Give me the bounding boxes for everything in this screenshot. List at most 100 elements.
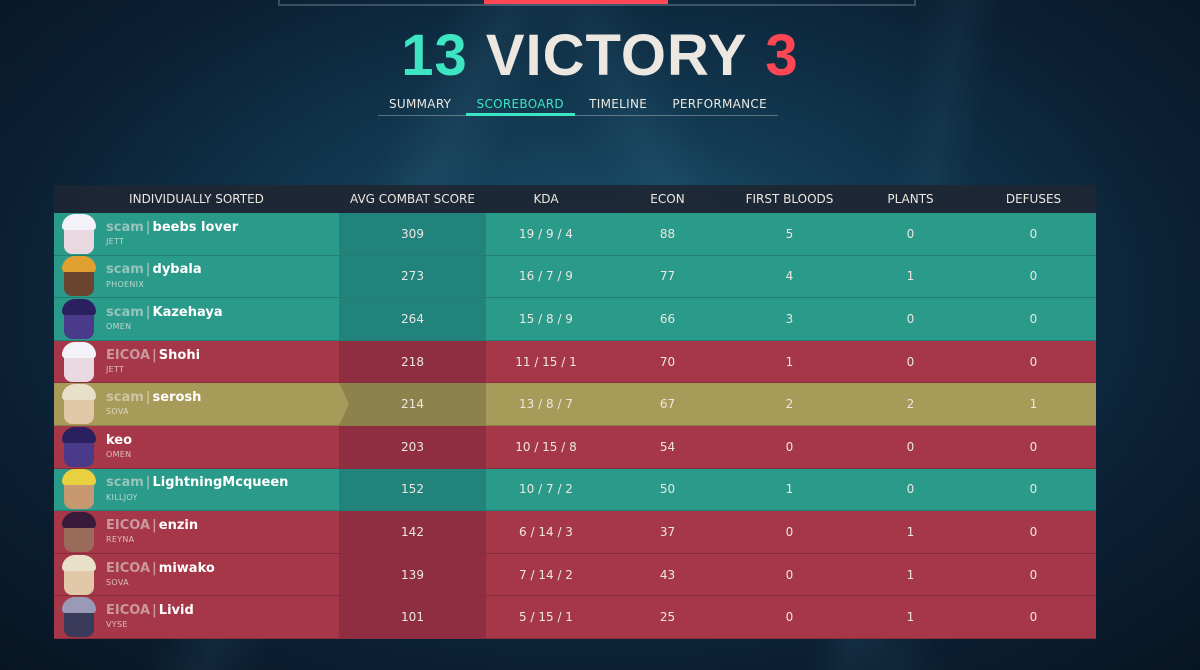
kda-value: 10 / 15 / 8 <box>515 439 577 454</box>
agent-name: KILLJOY <box>106 492 138 502</box>
player-handle: beebs lover <box>152 219 239 235</box>
player-cell: EICOA | miwako SOVA <box>54 554 339 596</box>
acs-value: 214 <box>401 397 424 412</box>
plants-value: 0 <box>906 311 915 326</box>
tag-separator: | <box>145 475 151 491</box>
player-name[interactable]: scam | Kazehaya <box>106 304 223 320</box>
tag-separator: | <box>145 304 151 320</box>
team-tag: scam <box>106 304 144 320</box>
player-name-block: scam | serosh SOVA <box>106 390 201 417</box>
tag-separator: | <box>145 390 151 406</box>
player-name[interactable]: scam | serosh <box>106 390 201 406</box>
player-handle: Livid <box>158 603 194 619</box>
player-name-block: scam | Kazehaya OMEN <box>106 304 223 332</box>
player-name-block: EICOA | Livid VYSE <box>106 603 194 630</box>
player-cell: scam | serosh SOVA <box>54 383 339 425</box>
team-tag: EICOA <box>106 560 151 576</box>
first-bloods-value: 4 <box>785 269 794 284</box>
enemy-score: 3 <box>765 22 799 88</box>
portrait-hair <box>62 597 96 614</box>
player-cell: scam | Kazehaya OMEN <box>54 298 339 340</box>
player-cell: EICOA | Livid VYSE <box>54 596 339 638</box>
tab-timeline[interactable]: TIMELINE <box>578 94 658 116</box>
agent-portrait-icon <box>54 426 96 468</box>
agent-name: OMEN <box>106 322 132 332</box>
kda-value: 15 / 8 / 9 <box>519 311 573 326</box>
agent-name: SOVA <box>106 407 129 417</box>
table-row[interactable]: EICOA | Livid VYSE 101 5 / 15 / 1 25 0 1 0 <box>54 596 1096 639</box>
kda-value: 10 / 7 / 2 <box>519 482 573 497</box>
tab-summary[interactable]: SUMMARY <box>378 94 462 116</box>
portrait-hair <box>62 384 96 401</box>
first-bloods-value: 0 <box>785 439 794 454</box>
tag-separator: | <box>152 603 157 619</box>
tab-scoreboard[interactable]: SCOREBOARD <box>465 94 575 116</box>
table-row[interactable]: scam | serosh SOVA 214 13 / 8 / 7 67 2 2 1 <box>54 383 1096 426</box>
table-row[interactable]: EICOA | enzin REYNA 142 6 / 14 / 3 37 0 1 … <box>54 511 1096 554</box>
player-name[interactable]: scam | beebs lover <box>106 219 239 235</box>
tag-separator: | <box>152 560 157 576</box>
team-tag: scam <box>106 475 144 491</box>
first-bloods-value: 3 <box>785 311 794 326</box>
player-name[interactable]: EICOA | Shohi <box>106 347 201 363</box>
player-name[interactable]: scam | LightningMcqueen <box>106 476 288 490</box>
table-row[interactable]: scam | beebs lover JETT 309 19 / 9 / 4 88 … <box>54 213 1096 256</box>
table-body: scam | beebs lover JETT 309 19 / 9 / 4 88 … <box>54 213 1096 639</box>
column-header-plants[interactable]: PLANTS <box>850 192 971 206</box>
defuses-value: 0 <box>1029 439 1038 454</box>
agent-name: VYSE <box>106 620 128 630</box>
acs-value: 101 <box>401 610 424 625</box>
table-row[interactable]: scam | Kazehaya OMEN 264 15 / 8 / 9 66 3 0… <box>54 298 1096 341</box>
first-bloods-value: 0 <box>785 524 794 539</box>
table-row[interactable]: keo OMEN 203 10 / 15 / 8 54 0 0 0 <box>54 425 1096 469</box>
kda-value: 16 / 7 / 9 <box>519 269 573 284</box>
econ-value: 37 <box>659 524 676 539</box>
player-name[interactable]: keo <box>106 432 133 448</box>
plants-value: 0 <box>906 439 915 454</box>
acs-value: 309 <box>401 226 424 241</box>
tab-performance[interactable]: PERFORMANCE <box>661 94 778 116</box>
defuses-value: 0 <box>1029 226 1038 241</box>
column-header-kda[interactable]: KDA <box>486 192 606 206</box>
first-bloods-value: 0 <box>785 567 794 582</box>
kda-value: 19 / 9 / 4 <box>519 226 573 241</box>
plants-value: 2 <box>906 397 915 412</box>
econ-value: 88 <box>659 226 676 241</box>
column-header-acs[interactable]: AVG COMBAT SCORE <box>339 192 486 206</box>
agent-name: JETT <box>106 364 125 374</box>
table-row[interactable]: scam | dybala PHOENIX 273 16 / 7 / 9 77 4 … <box>54 255 1096 299</box>
top-accent-bar <box>484 0 668 4</box>
player-cell: EICOA | enzin REYNA <box>54 511 339 553</box>
table-row[interactable]: scam | LightningMcqueen KILLJOY 152 10 / 7… <box>54 468 1096 512</box>
player-handle: Shohi <box>158 347 201 363</box>
scoreboard-table: INDIVIDUALLY SORTED AVG COMBAT SCORE KDA… <box>54 185 1096 639</box>
table-row[interactable]: EICOA | Shohi JETT 218 11 / 15 / 1 70 1 0 … <box>54 340 1096 384</box>
portrait-hair <box>62 426 96 443</box>
column-header-name[interactable]: INDIVIDUALLY SORTED <box>54 192 339 206</box>
team-score: 13 <box>401 22 468 88</box>
portrait-hair <box>62 511 96 528</box>
agent-portrait-icon <box>54 511 96 553</box>
defuses-value: 1 <box>1029 397 1038 412</box>
column-header-first-bloods[interactable]: FIRST BLOODS <box>729 192 850 206</box>
econ-value: 25 <box>659 610 676 625</box>
player-name[interactable]: EICOA | enzin <box>106 518 198 533</box>
defuses-value: 0 <box>1029 610 1038 625</box>
player-handle: keo <box>106 432 133 448</box>
first-bloods-value: 2 <box>785 397 794 412</box>
table-row[interactable]: EICOA | miwako SOVA 139 7 / 14 / 2 43 0 1 … <box>54 553 1096 597</box>
agent-portrait-icon <box>54 554 96 596</box>
agent-portrait-icon <box>54 255 96 297</box>
player-handle: dybala <box>152 262 202 278</box>
column-header-econ[interactable]: ECON <box>606 192 729 206</box>
player-name[interactable]: scam | dybala <box>106 263 202 277</box>
agent-portrait-icon <box>54 213 96 255</box>
player-name[interactable]: EICOA | miwako <box>106 560 215 576</box>
player-name[interactable]: EICOA | Livid <box>106 603 194 619</box>
portrait-hair <box>62 554 96 571</box>
column-header-defuses[interactable]: DEFUSES <box>971 192 1096 206</box>
player-handle: LightningMcqueen <box>152 475 289 491</box>
econ-value: 77 <box>659 269 676 284</box>
player-name-block: EICOA | miwako SOVA <box>106 560 215 588</box>
plants-value: 0 <box>906 226 915 241</box>
